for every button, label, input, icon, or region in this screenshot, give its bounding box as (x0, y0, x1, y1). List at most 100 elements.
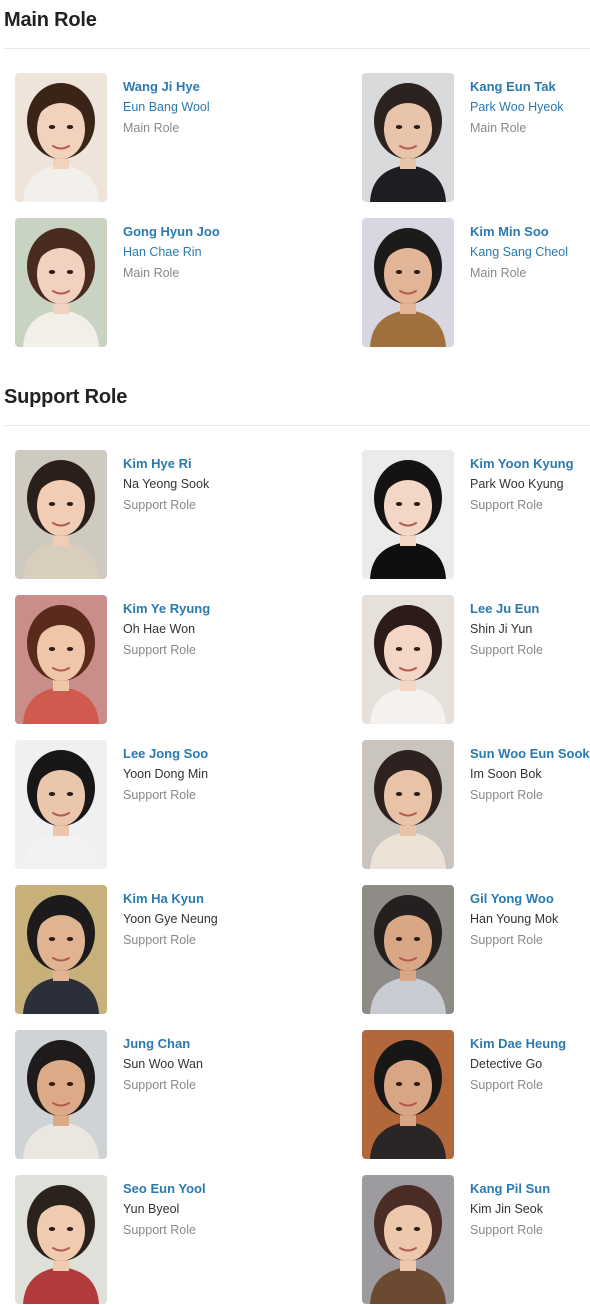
cast-info: Kim Ye Ryung Oh Hae Won Support Role (123, 598, 293, 661)
role-label: Support Role (470, 1223, 543, 1237)
cast-card: Gil Yong Woo Han Young Mok Support Role (362, 885, 590, 1015)
actor-photo[interactable] (362, 740, 454, 869)
character-name: Na Yeong Sook (123, 477, 210, 491)
section-title-main-role: Main Role (4, 9, 97, 31)
actor-photo[interactable] (15, 218, 107, 347)
actor-photo[interactable] (15, 73, 107, 202)
role-label: Support Role (470, 1078, 543, 1092)
character-name[interactable]: Kang Sang Cheol (470, 242, 590, 263)
character-name[interactable]: Eun Bang Wool (123, 97, 293, 118)
cast-info: Kim Min Soo Kang Sang Cheol Main Role (470, 221, 590, 284)
actor-name-link[interactable]: Kim Hye Ri (123, 453, 293, 474)
role-label: Support Role (123, 498, 196, 512)
actor-photo[interactable] (15, 1175, 107, 1304)
cast-card: Wang Ji Hye Eun Bang Wool Main Role (15, 73, 285, 203)
actor-photo[interactable] (362, 218, 454, 347)
section-title-support-role: Support Role (4, 386, 128, 408)
actor-photo[interactable] (15, 740, 107, 869)
cast-info: Kim Dae Heung Detective Go Support Role (470, 1033, 590, 1096)
actor-photo[interactable] (362, 885, 454, 1014)
actor-photo[interactable] (362, 450, 454, 579)
actor-name-link[interactable]: Gong Hyun Joo (123, 221, 293, 242)
actor-photo[interactable] (362, 595, 454, 724)
cast-card: Gong Hyun Joo Han Chae Rin Main Role (15, 218, 285, 348)
role-label: Main Role (470, 266, 527, 280)
cast-card: Kim Ye Ryung Oh Hae Won Support Role (15, 595, 285, 725)
actor-photo[interactable] (15, 1030, 107, 1159)
actor-photo[interactable] (15, 450, 107, 579)
actor-name-link[interactable]: Jung Chan (123, 1033, 293, 1054)
role-label: Main Role (123, 266, 180, 280)
role-label: Main Role (470, 121, 527, 135)
cast-info: Seo Eun Yool Yun Byeol Support Role (123, 1178, 293, 1241)
character-name[interactable]: Park Woo Hyeok (470, 97, 590, 118)
actor-photo[interactable] (15, 595, 107, 724)
role-label: Support Role (123, 1223, 196, 1237)
cast-info: Lee Ju Eun Shin Ji Yun Support Role (470, 598, 590, 661)
actor-name-link[interactable]: Kang Pil Sun (470, 1178, 590, 1199)
cast-card: Kim Dae Heung Detective Go Support Role (362, 1030, 590, 1160)
character-name: Park Woo Kyung (470, 477, 564, 491)
actor-photo[interactable] (362, 1030, 454, 1159)
role-label: Support Role (123, 933, 196, 947)
character-name: Kim Jin Seok (470, 1202, 543, 1216)
character-name: Yoon Gye Neung (123, 912, 218, 926)
cast-info: Kim Hye Ri Na Yeong Sook Support Role (123, 453, 293, 516)
actor-photo[interactable] (15, 885, 107, 1014)
role-label: Main Role (123, 121, 180, 135)
actor-photo[interactable] (362, 73, 454, 202)
section-divider (4, 425, 590, 426)
character-name: Yun Byeol (123, 1202, 180, 1216)
character-name: Yoon Dong Min (123, 767, 209, 781)
role-label: Support Role (470, 933, 543, 947)
actor-photo[interactable] (362, 1175, 454, 1304)
actor-name-link[interactable]: Lee Ju Eun (470, 598, 590, 619)
cast-info: Kang Pil Sun Kim Jin Seok Support Role (470, 1178, 590, 1241)
cast-card: Lee Jong Soo Yoon Dong Min Support Role (15, 740, 285, 870)
character-name: Shin Ji Yun (470, 622, 533, 636)
actor-name-link[interactable]: Kim Yoon Kyung (470, 453, 590, 474)
cast-card: Kim Yoon Kyung Park Woo Kyung Support Ro… (362, 450, 590, 580)
character-name: Han Young Mok (470, 912, 559, 926)
cast-card: Kim Ha Kyun Yoon Gye Neung Support Role (15, 885, 285, 1015)
cast-info: Kang Eun Tak Park Woo Hyeok Main Role (470, 76, 590, 139)
cast-card: Kim Min Soo Kang Sang Cheol Main Role (362, 218, 590, 348)
role-label: Support Role (123, 643, 196, 657)
cast-info: Gil Yong Woo Han Young Mok Support Role (470, 888, 590, 951)
actor-name-link[interactable]: Kim Ha Kyun (123, 888, 293, 909)
role-label: Support Role (123, 788, 196, 802)
role-label: Support Role (470, 643, 543, 657)
character-name: Sun Woo Wan (123, 1057, 203, 1071)
cast-info: Gong Hyun Joo Han Chae Rin Main Role (123, 221, 293, 284)
cast-info: Kim Ha Kyun Yoon Gye Neung Support Role (123, 888, 293, 951)
actor-name-link[interactable]: Kang Eun Tak (470, 76, 590, 97)
actor-name-link[interactable]: Kim Dae Heung (470, 1033, 590, 1054)
actor-name-link[interactable]: Kim Ye Ryung (123, 598, 293, 619)
cast-card: Kim Hye Ri Na Yeong Sook Support Role (15, 450, 285, 580)
cast-info: Jung Chan Sun Woo Wan Support Role (123, 1033, 293, 1096)
cast-card: Sun Woo Eun Sook Im Soon Bok Support Rol… (362, 740, 590, 870)
actor-name-link[interactable]: Seo Eun Yool (123, 1178, 293, 1199)
character-name: Oh Hae Won (123, 622, 196, 636)
actor-name-link[interactable]: Gil Yong Woo (470, 888, 590, 909)
actor-name-link[interactable]: Sun Woo Eun Sook (470, 743, 590, 764)
actor-name-link[interactable]: Kim Min Soo (470, 221, 590, 242)
role-label: Support Role (470, 788, 543, 802)
section-divider (4, 48, 590, 49)
role-label: Support Role (470, 498, 543, 512)
character-name: Im Soon Bok (470, 767, 542, 781)
role-label: Support Role (123, 1078, 196, 1092)
cast-info: Lee Jong Soo Yoon Dong Min Support Role (123, 743, 293, 806)
cast-card: Kang Pil Sun Kim Jin Seok Support Role (362, 1175, 590, 1305)
cast-card: Lee Ju Eun Shin Ji Yun Support Role (362, 595, 590, 725)
actor-name-link[interactable]: Lee Jong Soo (123, 743, 293, 764)
cast-card: Kang Eun Tak Park Woo Hyeok Main Role (362, 73, 590, 203)
cast-card: Seo Eun Yool Yun Byeol Support Role (15, 1175, 285, 1305)
cast-card: Jung Chan Sun Woo Wan Support Role (15, 1030, 285, 1160)
cast-info: Wang Ji Hye Eun Bang Wool Main Role (123, 76, 293, 139)
character-name[interactable]: Han Chae Rin (123, 242, 293, 263)
cast-info: Sun Woo Eun Sook Im Soon Bok Support Rol… (470, 743, 590, 806)
actor-name-link[interactable]: Wang Ji Hye (123, 76, 293, 97)
cast-info: Kim Yoon Kyung Park Woo Kyung Support Ro… (470, 453, 590, 516)
character-name: Detective Go (470, 1057, 543, 1071)
